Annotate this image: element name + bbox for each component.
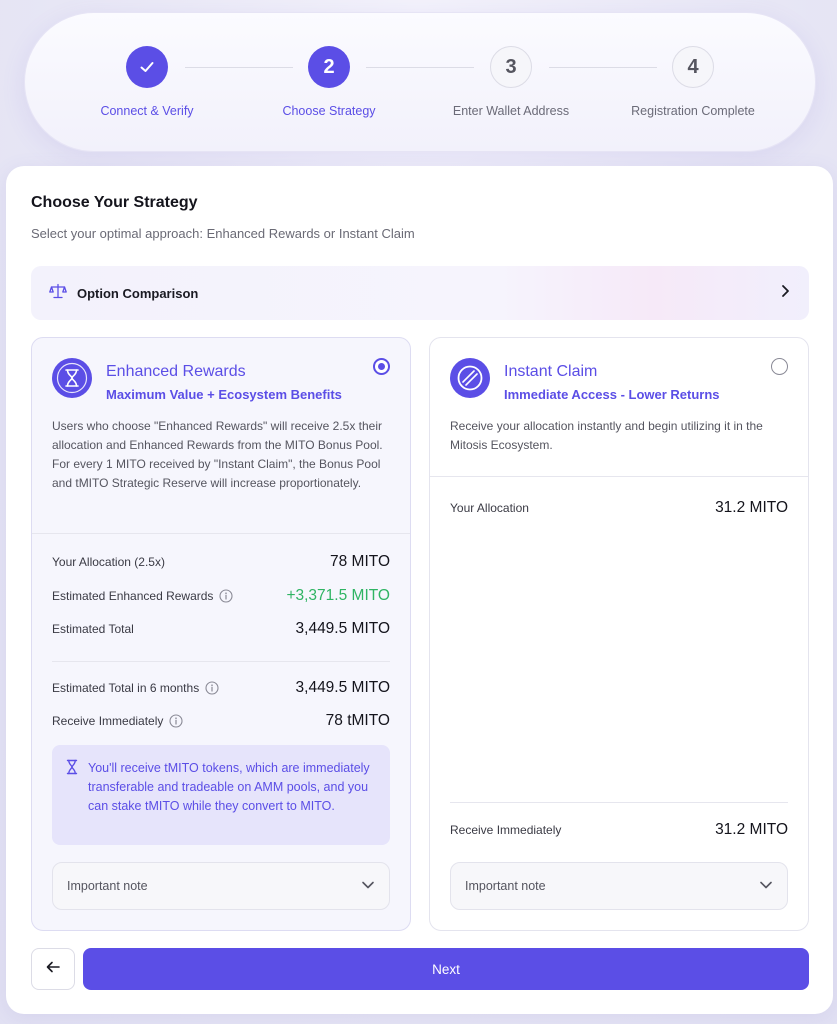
progress-stepper: Connect & Verify 2 Choose Strategy 3 Ent…	[24, 12, 816, 152]
strategy-card: Choose Your Strategy Select your optimal…	[6, 166, 833, 1014]
row-value: +3,371.5 MITO	[286, 587, 390, 604]
option-title: Instant Claim	[504, 363, 598, 380]
step-connect-verify: Connect & Verify	[57, 46, 237, 118]
option-title: Enhanced Rewards	[106, 363, 246, 380]
arrow-left-icon	[46, 960, 60, 978]
tmito-notice: You'll receive tMITO tokens, which are i…	[52, 745, 390, 845]
dropdown-label: Important note	[67, 879, 148, 893]
estimated-total-row: Estimated Total 3,449.5 MITO	[52, 620, 390, 637]
row-value: 31.2 MITO	[715, 821, 788, 838]
step-enter-wallet: 3 Enter Wallet Address	[421, 46, 601, 118]
row-value: 31.2 MITO	[715, 499, 788, 516]
option-description: Receive your allocation instantly and be…	[450, 419, 763, 452]
row-label: Your Allocation	[450, 501, 529, 515]
divider	[32, 533, 410, 534]
row-label: Receive Immediately	[52, 714, 164, 728]
option-description: Users who choose "Enhanced Rewards" will…	[52, 419, 383, 490]
row-value: 3,449.5 MITO	[295, 620, 390, 637]
instant-claim-radio[interactable]	[771, 358, 788, 375]
notice-text: You'll receive tMITO tokens, which are i…	[88, 761, 370, 813]
back-button[interactable]	[31, 948, 75, 990]
page-title: Choose Your Strategy	[31, 194, 198, 211]
page-subtitle: Select your optimal approach: Enhanced R…	[31, 226, 415, 241]
row-label: Estimated Total	[52, 622, 134, 636]
hourglass-icon	[52, 358, 92, 398]
allocation-row: Your Allocation (2.5x) 78 MITO	[52, 553, 390, 570]
option-comparison-label: Option Comparison	[77, 285, 199, 301]
important-note-dropdown[interactable]: Important note	[450, 862, 788, 910]
divider	[450, 802, 788, 803]
dropdown-label: Important note	[465, 879, 546, 893]
option-subtitle: Maximum Value + Ecosystem Benefits	[106, 387, 342, 402]
next-button[interactable]: Next	[83, 948, 809, 990]
row-value: 78 MITO	[329, 553, 390, 570]
step-number: 3	[490, 46, 532, 88]
step-label: Enter Wallet Address	[452, 104, 570, 118]
step-label: Connect & Verify	[100, 104, 194, 118]
receive-immediately-row: Receive Immediately 78 tMITO	[52, 712, 390, 729]
option-subtitle: Immediate Access - Lower Returns	[504, 387, 720, 402]
step-label: Registration Complete	[631, 104, 755, 118]
divider	[430, 476, 808, 477]
chevron-right-icon	[779, 284, 791, 303]
row-value: 78 tMITO	[325, 712, 390, 729]
chevron-down-icon	[759, 877, 773, 895]
receive-immediately-row: Receive Immediately 31.2 MITO	[450, 821, 788, 838]
enhanced-rewards-option[interactable]: Enhanced Rewards Maximum Value + Ecosyst…	[31, 337, 411, 931]
total-6-months-row: Estimated Total in 6 months 3,449.5 MITO	[52, 679, 390, 696]
row-label: Receive Immediately	[450, 823, 562, 837]
row-label: Your Allocation (2.5x)	[52, 555, 165, 569]
important-note-dropdown[interactable]: Important note	[52, 862, 390, 910]
info-icon[interactable]	[205, 681, 219, 695]
step-label: Choose Strategy	[282, 104, 376, 118]
hourglass-icon	[66, 759, 78, 845]
scale-icon	[49, 283, 67, 304]
enhanced-rewards-radio[interactable]	[373, 358, 390, 375]
allocation-row: Your Allocation 31.2 MITO	[450, 499, 788, 516]
chevron-down-icon	[361, 877, 375, 895]
step-choose-strategy: 2 Choose Strategy	[239, 46, 419, 118]
instant-claim-option[interactable]: Instant Claim Immediate Access - Lower R…	[429, 337, 809, 931]
row-label: Estimated Total in 6 months	[52, 681, 200, 695]
row-label: Estimated Enhanced Rewards	[52, 589, 214, 603]
info-icon[interactable]	[169, 714, 183, 728]
option-comparison-toggle[interactable]: Option Comparison	[31, 266, 809, 320]
enhanced-rewards-row: Estimated Enhanced Rewards +3,371.5 MITO	[52, 587, 390, 604]
step-number: 2	[308, 46, 350, 88]
check-icon	[126, 46, 168, 88]
step-number: 4	[672, 46, 714, 88]
row-value: 3,449.5 MITO	[295, 679, 390, 696]
divider	[52, 661, 390, 662]
info-icon[interactable]	[219, 589, 233, 603]
step-registration-complete: 4 Registration Complete	[603, 46, 783, 118]
lightning-disc-icon	[450, 358, 490, 398]
